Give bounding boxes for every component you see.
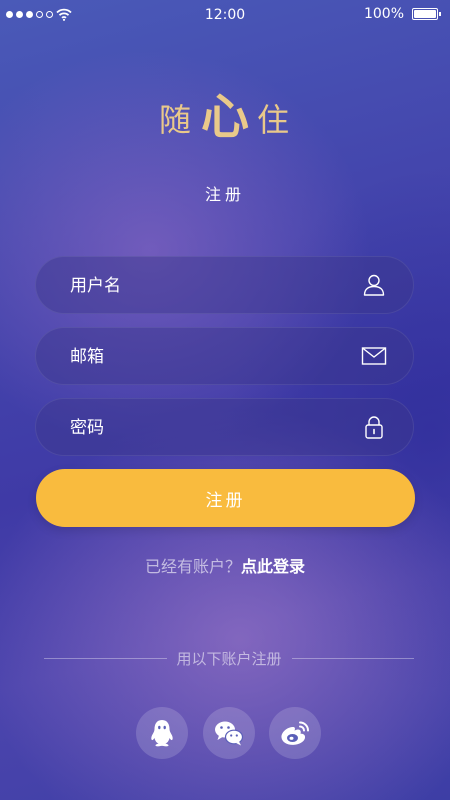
wechat-login-button[interactable] [203, 707, 255, 759]
divider-line-right [291, 657, 415, 659]
status-bar: 12:00 100% [0, 0, 450, 30]
logo-char-mid: 心 [200, 89, 249, 145]
qq-login-button[interactable] [136, 707, 188, 759]
weibo-icon [281, 721, 309, 745]
password-input[interactable] [68, 399, 362, 457]
weibo-login-button[interactable] [269, 707, 321, 759]
wechat-icon [215, 721, 244, 746]
email-input[interactable] [68, 328, 362, 386]
username-field[interactable] [35, 256, 414, 315]
username-input[interactable] [68, 257, 362, 315]
qq-icon [151, 720, 173, 747]
social-login-row [0, 707, 450, 759]
social-divider: 用以下账户注册 [44, 648, 415, 668]
register-screen: 12:00 100% 随心住 注册 注册 已经有账户？点此登录 [0, 0, 450, 800]
social-divider-text: 用以下账户注册 [176, 649, 282, 668]
user-icon [363, 274, 385, 296]
logo-char-left: 随 [158, 101, 193, 139]
mail-icon [361, 347, 387, 365]
divider-line-left [44, 657, 167, 659]
password-field[interactable] [35, 398, 414, 457]
login-question: 已经有账户？ [144, 557, 241, 576]
email-field[interactable] [35, 327, 414, 386]
app-logo: 随心住 [0, 83, 450, 153]
page-title: 注册 [204, 185, 245, 204]
register-button[interactable]: 注册 [36, 469, 415, 527]
login-prompt: 已经有账户？点此登录 [0, 553, 450, 577]
lock-icon [365, 416, 383, 439]
login-link[interactable]: 点此登录 [241, 557, 305, 576]
battery-percentage: 100% [363, 6, 404, 22]
logo-char-right: 住 [257, 101, 292, 139]
battery-icon [412, 8, 441, 20]
